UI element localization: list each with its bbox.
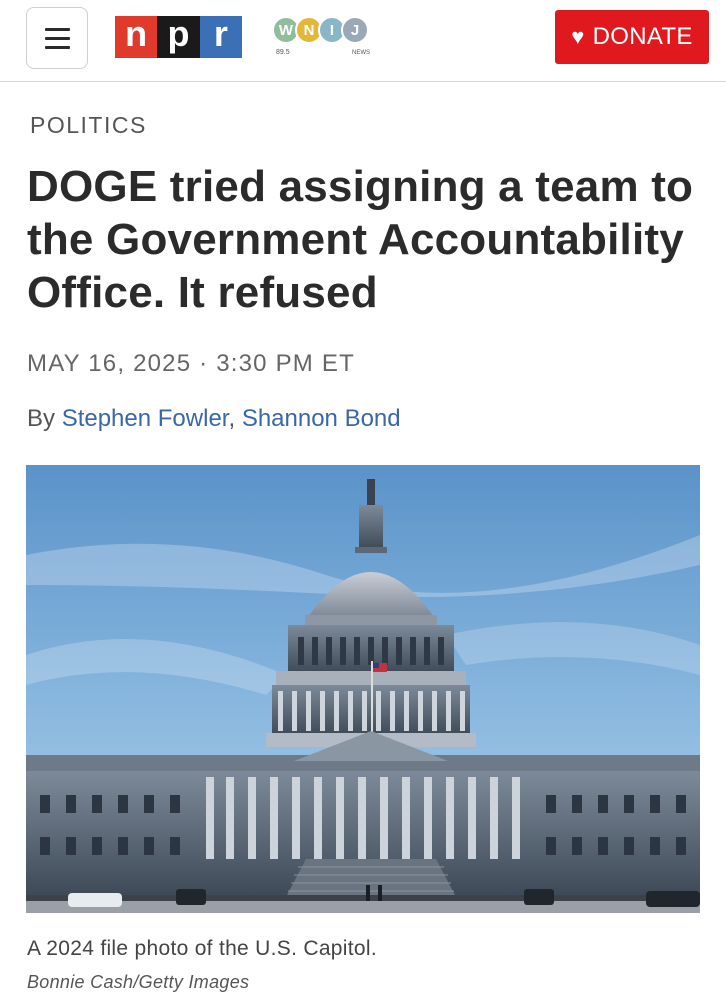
article-date: MAY 16, 2025 · 3:30 PM ET: [27, 350, 355, 377]
author-link[interactable]: Stephen Fowler: [62, 405, 229, 432]
station-logo-circles: W N I J: [272, 16, 369, 46]
station-letter-j: J: [341, 16, 369, 44]
heart-icon: ♥: [571, 24, 585, 49]
npr-logo[interactable]: n p r: [115, 16, 242, 58]
byline-prefix: By: [27, 405, 62, 432]
hamburger-line: [44, 36, 70, 40]
article-headline: DOGE tried assigning a team to the Gover…: [27, 162, 694, 317]
section-label[interactable]: POLITICS: [30, 112, 147, 139]
author-link[interactable]: Shannon Bond: [242, 405, 401, 432]
hamburger-line: [44, 45, 70, 49]
photo-credit: Bonnie Cash/Getty Images: [27, 972, 250, 992]
author-separator: ,: [228, 405, 242, 432]
npr-logo-p: p: [157, 16, 200, 58]
byline: By Stephen Fowler, Shannon Bond: [27, 405, 401, 433]
hamburger-menu-button[interactable]: [26, 7, 88, 69]
npr-logo-r: r: [199, 16, 242, 58]
hamburger-menu-icon: [44, 27, 70, 31]
article-photo: [26, 465, 700, 913]
site-header: n p r W N I J 89.5 NEWS ♥ DONATE: [0, 0, 726, 82]
photo-caption: A 2024 file photo of the U.S. Capitol.: [27, 937, 377, 960]
station-logo[interactable]: W N I J 89.5 NEWS: [272, 16, 376, 60]
station-frequency: 89.5: [276, 49, 290, 56]
npr-logo-n: n: [115, 16, 158, 58]
donate-label: DONATE: [592, 23, 693, 50]
donate-button[interactable]: ♥ DONATE: [555, 10, 709, 64]
station-news-tag: NEWS: [352, 50, 370, 56]
